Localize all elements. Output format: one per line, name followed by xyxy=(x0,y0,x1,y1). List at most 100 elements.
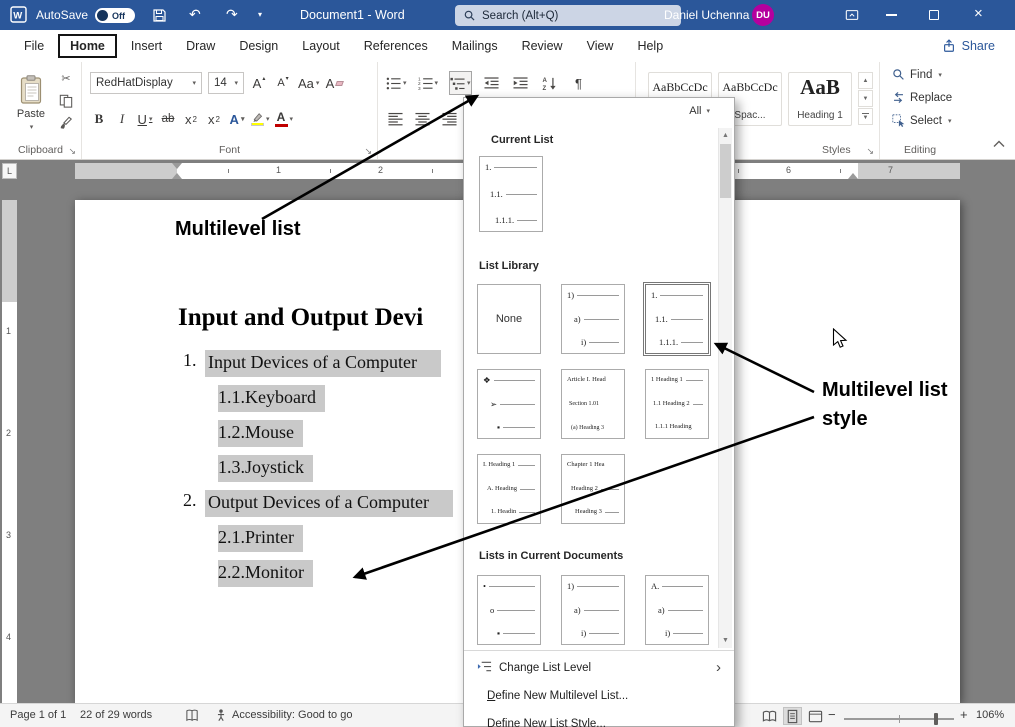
scroll-down-button[interactable]: ▼ xyxy=(719,633,732,648)
first-line-indent-marker[interactable] xyxy=(172,163,182,169)
text-effects-button[interactable]: A▾ xyxy=(228,107,246,131)
doc-list-style-letter[interactable]: A.a)i) xyxy=(645,575,709,645)
text-highlight-color-button[interactable]: ▾ xyxy=(251,107,270,131)
tab-view[interactable]: View xyxy=(575,34,626,58)
panel-scrollbar[interactable]: ▲ ▼ xyxy=(718,128,732,648)
minimize-button[interactable] xyxy=(886,14,897,16)
menu-define-new-list-style[interactable]: Define New List Style... xyxy=(465,710,733,727)
font-family-combo[interactable]: RedHatDisplay▾ xyxy=(90,72,202,94)
replace-button[interactable]: Replace xyxy=(892,91,952,104)
list-style-bullet-symbols[interactable]: ❖➢▪ xyxy=(477,369,541,439)
font-size-combo[interactable]: 14▾ xyxy=(208,72,244,94)
styles-scroll-up-button[interactable]: ▲ xyxy=(858,72,873,89)
read-mode-button[interactable] xyxy=(760,707,779,725)
show-formatting-marks-button[interactable]: ¶ xyxy=(570,71,588,95)
list-style-none[interactable]: None xyxy=(477,284,541,354)
scroll-up-button[interactable]: ▲ xyxy=(719,128,732,143)
maximize-button[interactable] xyxy=(929,10,939,20)
bullets-button[interactable]: ▾ xyxy=(386,71,407,95)
gallery-filter-dropdown[interactable]: All▾ xyxy=(689,105,710,117)
increase-indent-button[interactable] xyxy=(512,71,530,95)
find-button[interactable]: Find▾ xyxy=(892,68,942,81)
doc-list-item[interactable]: 2.1.Printer xyxy=(218,525,303,552)
list-style-number-paren[interactable]: 1)a)i) xyxy=(561,284,625,354)
menu-change-list-level[interactable]: Change List Level› xyxy=(465,654,733,681)
align-center-button[interactable] xyxy=(413,107,431,131)
current-list-preview[interactable]: 1.1.1.1.1.1. xyxy=(479,156,543,232)
close-button[interactable]: × xyxy=(974,6,983,21)
doc-list-style-bullets[interactable]: •o▪ xyxy=(477,575,541,645)
styles-scroll-down-button[interactable]: ▼ xyxy=(858,90,873,107)
cut-button[interactable]: ✂ xyxy=(56,71,76,86)
decrease-font-size-button[interactable]: A▾ xyxy=(274,71,292,95)
word-count[interactable]: 22 of 29 words xyxy=(80,709,152,721)
underline-button[interactable]: U▾ xyxy=(136,107,154,131)
clipboard-dialog-launcher[interactable]: ↘ xyxy=(68,147,76,156)
superscript-button[interactable]: x2 xyxy=(205,107,223,131)
multilevel-list-button[interactable]: ▾ xyxy=(449,71,472,95)
tab-insert[interactable]: Insert xyxy=(119,34,174,58)
collapse-ribbon-button[interactable] xyxy=(993,135,1005,153)
user-name[interactable]: Daniel Uchenna xyxy=(664,8,749,22)
menu-define-new-multilevel-list[interactable]: Define New Multilevel List... xyxy=(465,682,733,709)
styles-dialog-launcher[interactable]: ↘ xyxy=(866,147,874,156)
copy-button[interactable] xyxy=(56,93,76,108)
tab-mailings[interactable]: Mailings xyxy=(440,34,510,58)
tab-selector[interactable]: L xyxy=(2,163,17,179)
hanging-indent-marker[interactable] xyxy=(172,173,182,179)
print-layout-button[interactable] xyxy=(783,707,802,725)
share-button[interactable]: Share xyxy=(942,39,995,53)
bold-button[interactable]: B xyxy=(90,107,108,131)
sort-button[interactable] xyxy=(541,71,559,95)
zoom-out-button[interactable]: − xyxy=(828,707,836,722)
align-right-button[interactable] xyxy=(440,107,458,131)
increase-font-size-button[interactable]: A▴ xyxy=(250,71,268,95)
search-box[interactable]: Search (Alt+Q) xyxy=(455,5,681,26)
select-button[interactable]: Select▾ xyxy=(892,114,951,127)
list-style-article-section[interactable]: Article I. HeadSection 1.01(a) Heading 3 xyxy=(561,369,625,439)
accessibility-status[interactable]: Accessibility: Good to go xyxy=(232,709,352,721)
strikethrough-button[interactable]: ab xyxy=(159,107,177,131)
styles-more-button[interactable]: ▼ xyxy=(858,108,873,125)
tab-help[interactable]: Help xyxy=(625,34,675,58)
list-style-numbered-headings[interactable]: 1 Heading 11.1 Heading 21.1.1 Heading xyxy=(645,369,709,439)
doc-list-item[interactable]: 1.Input Devices of a Computer xyxy=(183,350,441,377)
word-logo-icon[interactable]: W xyxy=(10,6,27,23)
save-button[interactable] xyxy=(152,8,167,23)
align-left-button[interactable] xyxy=(386,107,404,131)
decrease-indent-button[interactable] xyxy=(483,71,501,95)
list-style-chapter-headings[interactable]: Chapter 1 HeaHeading 2Heading 3 xyxy=(561,454,625,524)
list-style-roman-headings[interactable]: I. Heading 1A. Heading1. Headin xyxy=(477,454,541,524)
style-chip-heading-1[interactable]: AaBHeading 1 xyxy=(788,72,852,126)
doc-list-item[interactable]: 1.1.Keyboard xyxy=(218,385,325,412)
numbering-button[interactable]: ▾ xyxy=(418,71,439,95)
zoom-slider[interactable] xyxy=(844,718,954,720)
proofing-icon[interactable] xyxy=(185,708,200,723)
ribbon-display-options-button[interactable] xyxy=(845,8,859,22)
tab-draw[interactable]: Draw xyxy=(174,34,227,58)
doc-list-item[interactable]: 1.2.Mouse xyxy=(218,420,303,447)
change-case-button[interactable]: Aa▾ xyxy=(298,71,319,95)
font-dialog-launcher[interactable]: ↘ xyxy=(364,147,372,156)
list-style-decimal-nested[interactable]: 1.1.1.1.1.1. xyxy=(645,284,709,354)
right-indent-marker[interactable] xyxy=(848,173,858,179)
italic-button[interactable]: I xyxy=(113,107,131,131)
tab-layout[interactable]: Layout xyxy=(290,34,352,58)
subscript-button[interactable]: x2 xyxy=(182,107,200,131)
accessibility-icon[interactable] xyxy=(214,708,228,722)
doc-list-item[interactable]: 2.Output Devices of a Computer xyxy=(183,490,453,517)
format-painter-button[interactable] xyxy=(56,115,76,130)
tab-review[interactable]: Review xyxy=(510,34,575,58)
clear-formatting-button[interactable]: A xyxy=(325,71,343,95)
redo-button[interactable]: ↷ xyxy=(226,7,238,21)
autosave-toggle[interactable]: Off xyxy=(95,8,135,23)
avatar[interactable]: DU xyxy=(752,4,774,26)
zoom-thumb[interactable] xyxy=(934,713,938,725)
paste-button[interactable]: Paste ▾ xyxy=(8,70,54,136)
doc-list-item[interactable]: 1.3.Joystick xyxy=(218,455,313,482)
page-indicator[interactable]: Page 1 of 1 xyxy=(10,709,66,721)
tab-home[interactable]: Home xyxy=(58,34,117,58)
doc-list-item[interactable]: 2.2.Monitor xyxy=(218,560,313,587)
zoom-percentage[interactable]: 106% xyxy=(976,709,1004,721)
font-color-button[interactable]: A▾ xyxy=(275,107,294,131)
